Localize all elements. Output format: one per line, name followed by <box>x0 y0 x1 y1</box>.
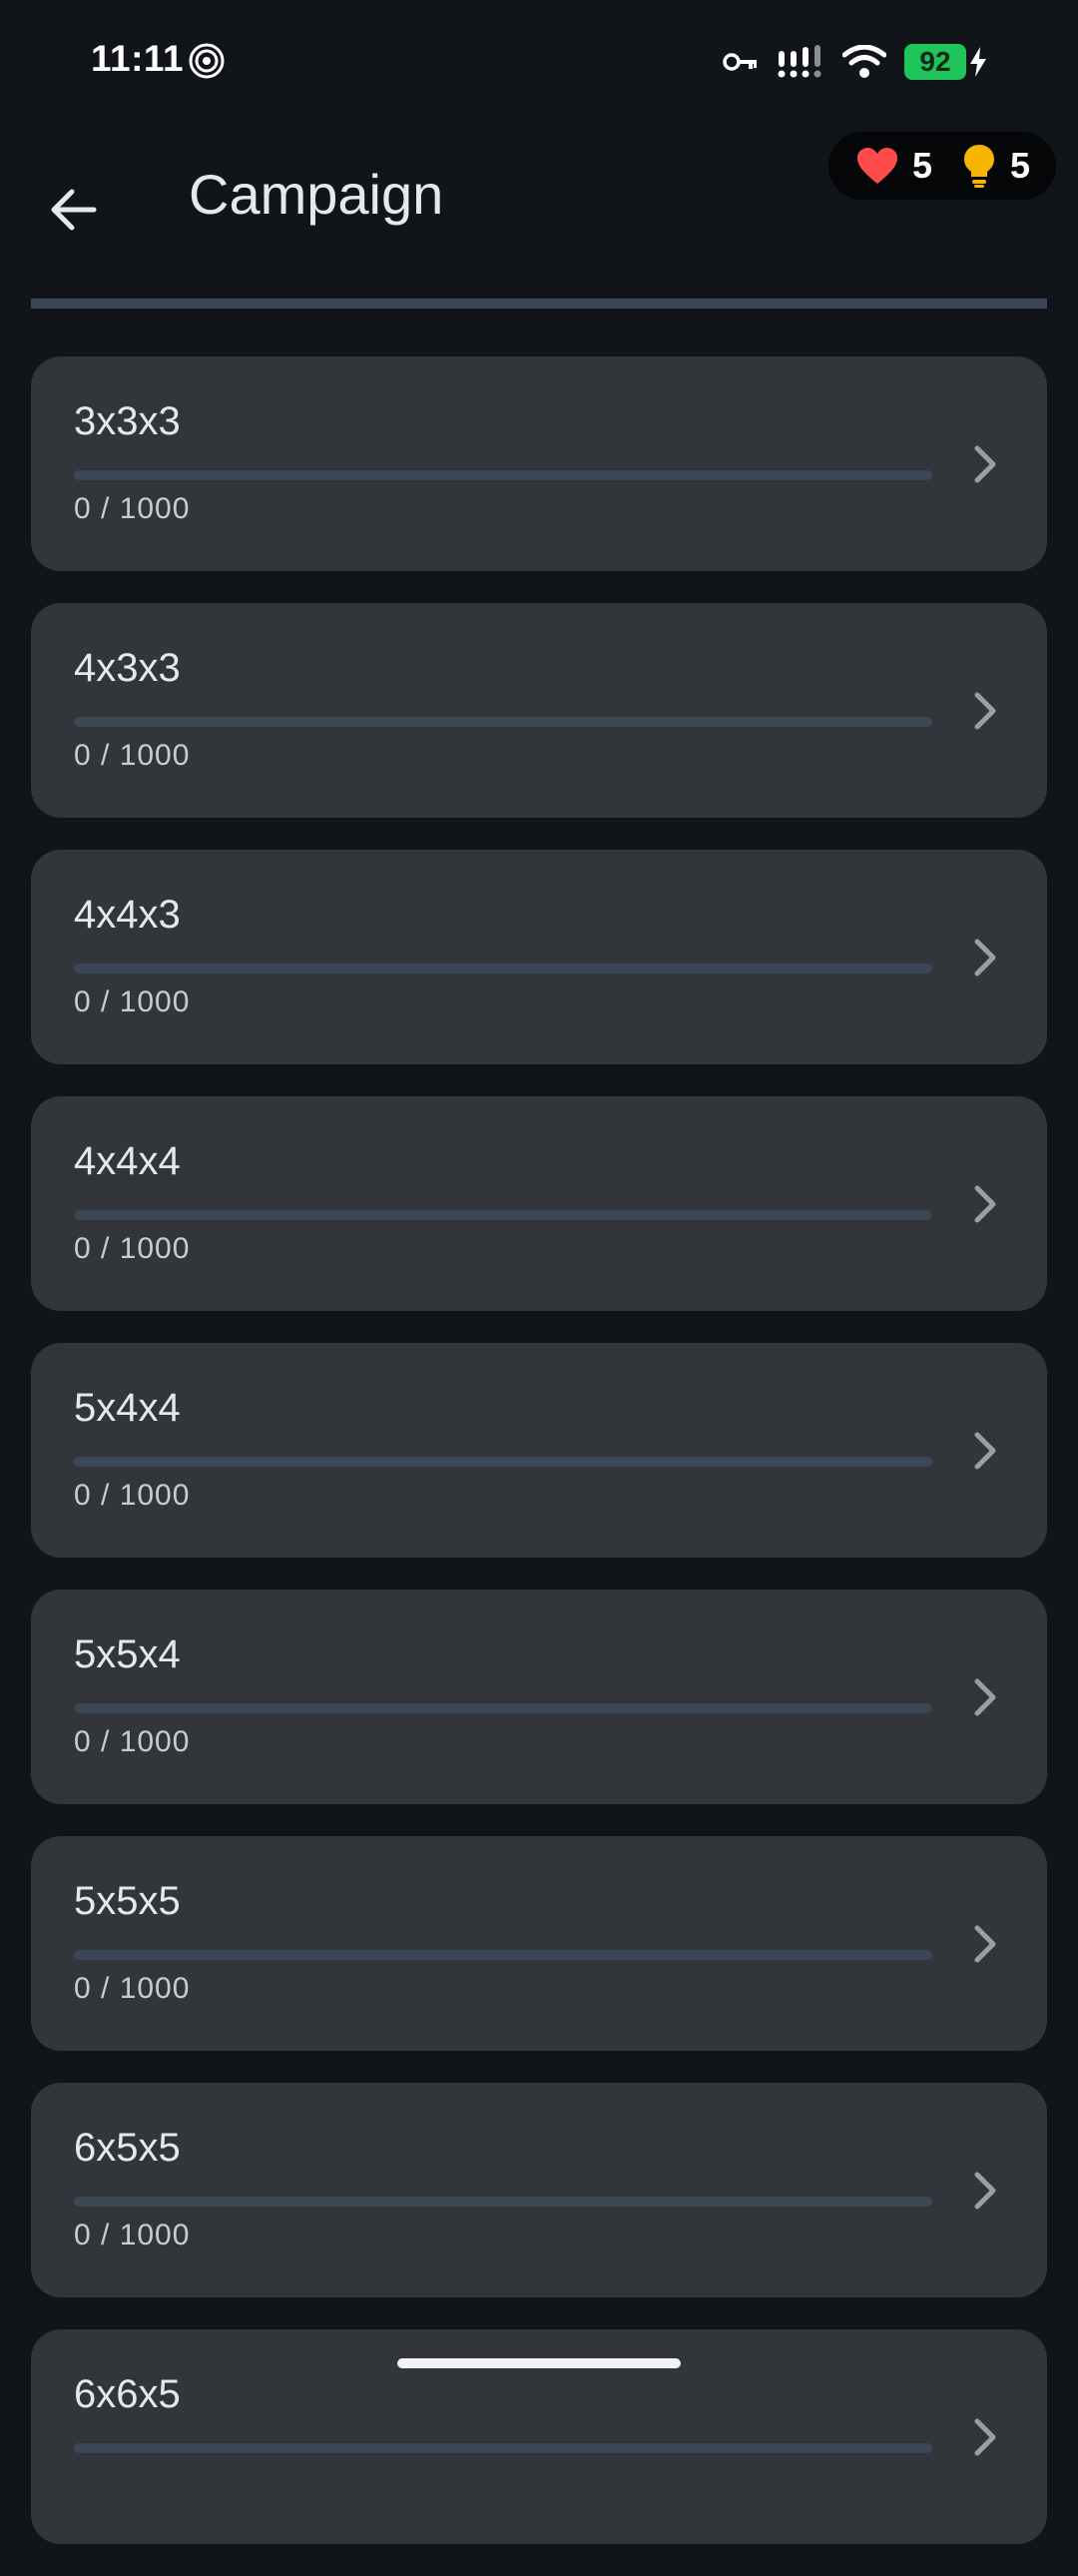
vpn-key-icon <box>723 50 759 74</box>
hints-counter[interactable]: 5 <box>962 144 1030 188</box>
level-progress-text: 0 / 1000 <box>74 1725 191 1758</box>
level-progress-text: 0 / 1000 <box>74 739 191 772</box>
level-name: 4x3x3 <box>74 646 181 690</box>
level-progress-bar <box>74 964 932 973</box>
level-card[interactable]: 4x4x4 0 / 1000 <box>31 1096 1047 1311</box>
chevron-right-icon <box>974 2418 996 2456</box>
status-icons: 92 <box>723 40 988 84</box>
heart-icon <box>856 148 897 184</box>
resources-pill[interactable]: 5 5 <box>827 132 1056 200</box>
chevron-right-icon <box>974 1678 996 1716</box>
level-progress-text: 0 / 1000 <box>74 1479 191 1512</box>
level-progress-bar <box>74 1950 932 1960</box>
level-name: 5x4x4 <box>74 1386 181 1430</box>
level-name: 5x5x4 <box>74 1632 181 1676</box>
level-card[interactable]: 4x3x3 0 / 1000 <box>31 603 1047 818</box>
level-name: 4x4x4 <box>74 1139 181 1183</box>
level-list: 3x3x3 0 / 1000 4x3x3 0 / 1000 4x4x3 0 / 1000 4… <box>31 356 1047 2576</box>
level-name: 4x4x3 <box>74 893 181 937</box>
level-progress-bar <box>74 1457 932 1467</box>
level-progress-bar <box>74 1210 932 1220</box>
lives-counter[interactable]: 5 <box>856 145 932 187</box>
charging-icon <box>968 47 988 77</box>
chevron-right-icon <box>974 1925 996 1963</box>
level-card[interactable]: 5x5x4 0 / 1000 <box>31 1590 1047 1804</box>
level-card[interactable]: 6x5x5 0 / 1000 <box>31 2083 1047 2297</box>
home-indicator[interactable] <box>397 2358 681 2368</box>
level-name: 5x5x5 <box>74 1879 181 1923</box>
level-progress-text: 0 / 1000 <box>74 1972 191 2005</box>
level-name: 6x6x5 <box>74 2372 181 2416</box>
battery-icon: 92 <box>904 44 966 80</box>
signal-icon <box>777 45 824 79</box>
lightbulb-icon <box>963 145 994 188</box>
chevron-right-icon <box>974 939 996 976</box>
level-card[interactable]: 5x5x5 0 / 1000 <box>31 1836 1047 2051</box>
arrow-left-icon <box>51 189 97 231</box>
back-button[interactable] <box>30 166 118 254</box>
level-progress-bar <box>74 470 932 480</box>
level-card[interactable]: 5x4x4 0 / 1000 <box>31 1343 1047 1558</box>
level-name: 3x3x3 <box>74 399 181 443</box>
battery-indicator: 92 <box>904 44 988 80</box>
chevron-right-icon <box>974 2172 996 2210</box>
level-progress-bar <box>74 1703 932 1713</box>
wifi-icon <box>842 45 886 79</box>
status-bar: 11:11 92 <box>0 0 1078 122</box>
header-divider <box>31 299 1047 309</box>
level-card[interactable]: 4x4x3 0 / 1000 <box>31 850 1047 1064</box>
chevron-right-icon <box>974 445 996 483</box>
level-name: 6x5x5 <box>74 2126 181 2170</box>
hints-value: 5 <box>1009 145 1030 186</box>
level-progress-bar <box>74 2197 932 2207</box>
level-progress-text: 0 / 1000 <box>74 2219 191 2252</box>
page-title: Campaign <box>189 163 444 226</box>
level-progress-text: 0 / 1000 <box>74 985 191 1018</box>
chevron-right-icon <box>974 692 996 730</box>
app-header: Campaign 5 5 <box>0 122 1078 292</box>
status-time: 11:11 <box>91 38 185 79</box>
chevron-right-icon <box>974 1432 996 1470</box>
app-notification-icon <box>188 42 226 80</box>
level-progress-bar <box>74 2443 932 2453</box>
level-progress-text: 0 / 1000 <box>74 1232 191 1265</box>
level-progress-bar <box>74 717 932 727</box>
lives-value: 5 <box>911 145 932 186</box>
level-card[interactable]: 3x3x3 0 / 1000 <box>31 356 1047 571</box>
level-progress-text: 0 / 1000 <box>74 492 191 525</box>
battery-level: 92 <box>919 46 951 77</box>
chevron-right-icon <box>974 1185 996 1223</box>
